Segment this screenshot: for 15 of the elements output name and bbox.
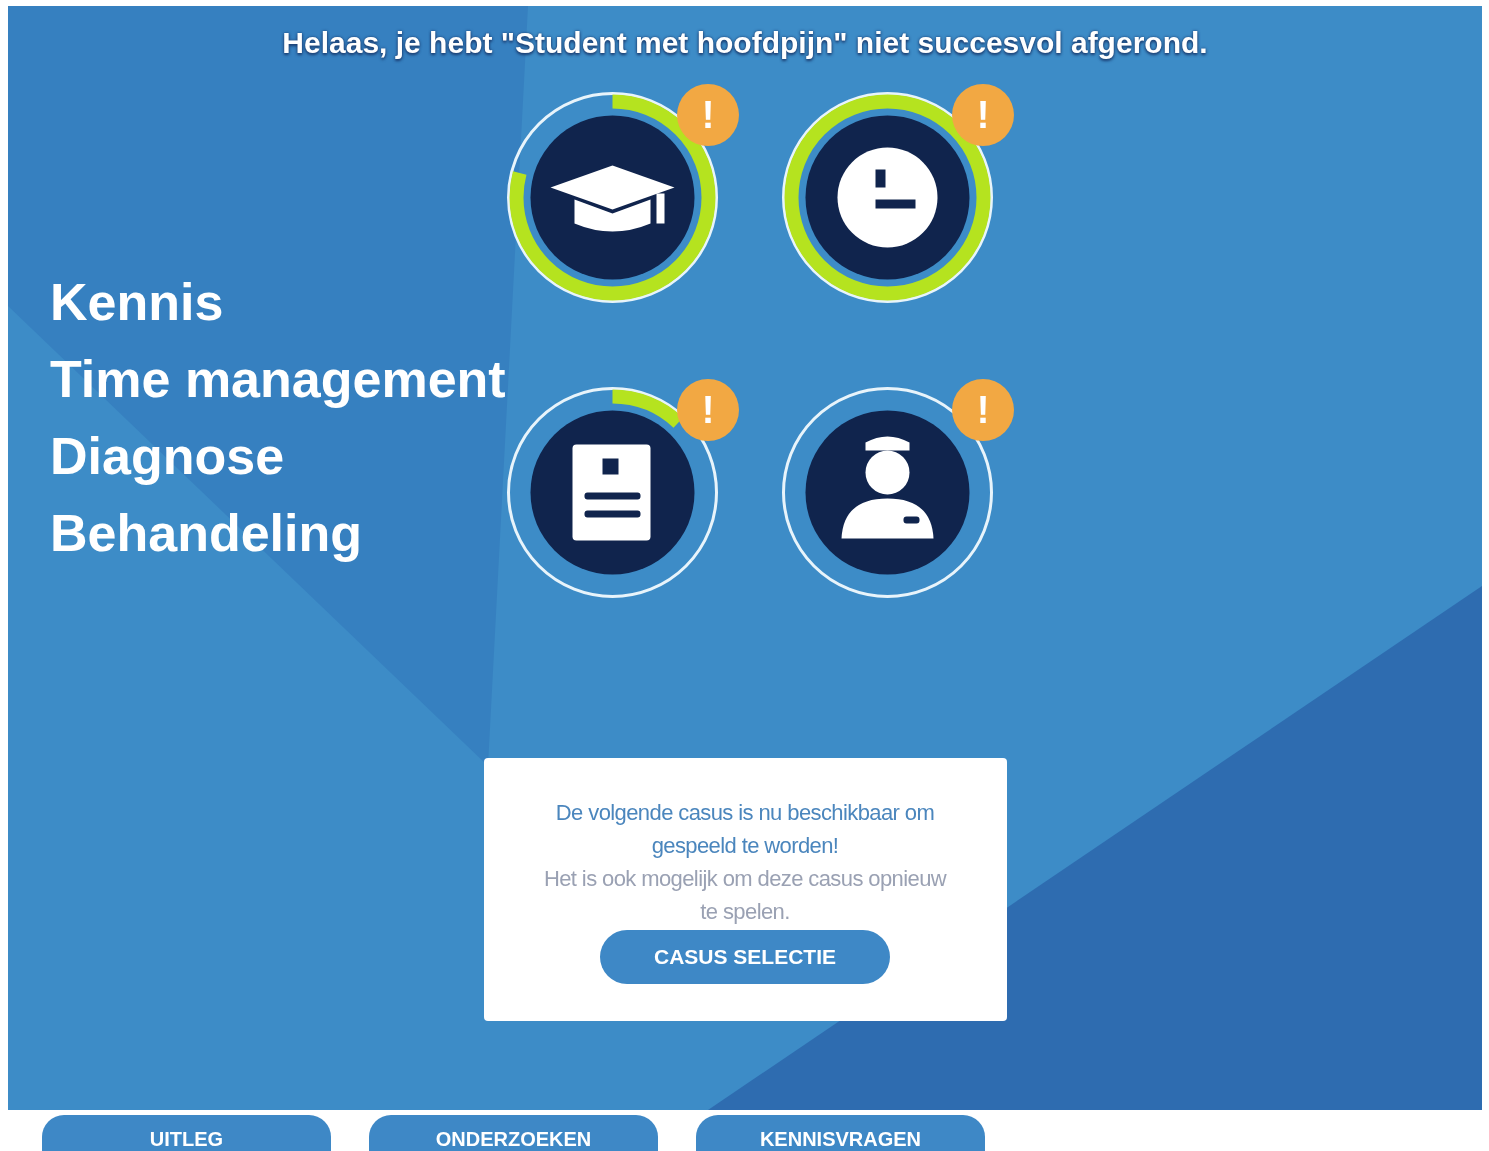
nurse-icon — [841, 436, 934, 539]
graduation-cap-icon — [550, 165, 675, 232]
clock-icon — [837, 147, 938, 248]
legend-label: Behandeling — [50, 503, 364, 564]
document-icon — [572, 444, 651, 541]
case-select-button[interactable]: CASUS SELECTIE — [600, 930, 890, 984]
nav-tab[interactable]: KENNISVRAGEN — [696, 1115, 985, 1151]
dialog-note: Het is ook mogelijk om deze casus opnieuw te spelen. — [542, 865, 948, 926]
legend-label: Diagnose — [50, 426, 286, 487]
dialog-message: De volgende casus is nu beschikbaar om gespeeld te worden! — [554, 799, 936, 860]
legend-label: Kennis — [50, 272, 225, 333]
legend-label: Time management — [50, 349, 506, 410]
nav-tab[interactable]: ONDERZOEKEN — [369, 1115, 658, 1151]
result-title: Helaas, je hebt "Student met hoofdpijn" niet succesvol afgerond. — [282, 26, 1208, 60]
nav-tab[interactable]: UITLEG — [42, 1115, 331, 1151]
